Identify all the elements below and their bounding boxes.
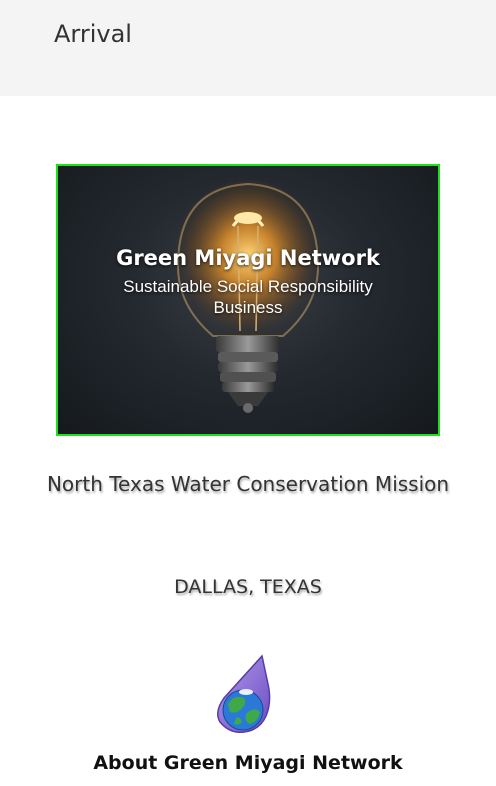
header-bar: Arrival: [0, 0, 496, 96]
about-heading: About Green Miyagi Network: [93, 752, 403, 774]
site-title[interactable]: Arrival: [54, 20, 132, 48]
mission-title: North Texas Water Conservation Mission: [46, 472, 450, 496]
water-drop-earth-icon: [217, 654, 271, 734]
hero-subheading: Sustainable Social Responsibility Busine…: [123, 277, 373, 317]
hero-banner: Green Miyagi Network Sustainable Social …: [56, 164, 440, 436]
location-label: DALLAS, TEXAS: [174, 576, 322, 598]
hero-heading: Green Miyagi Network: [116, 246, 380, 270]
